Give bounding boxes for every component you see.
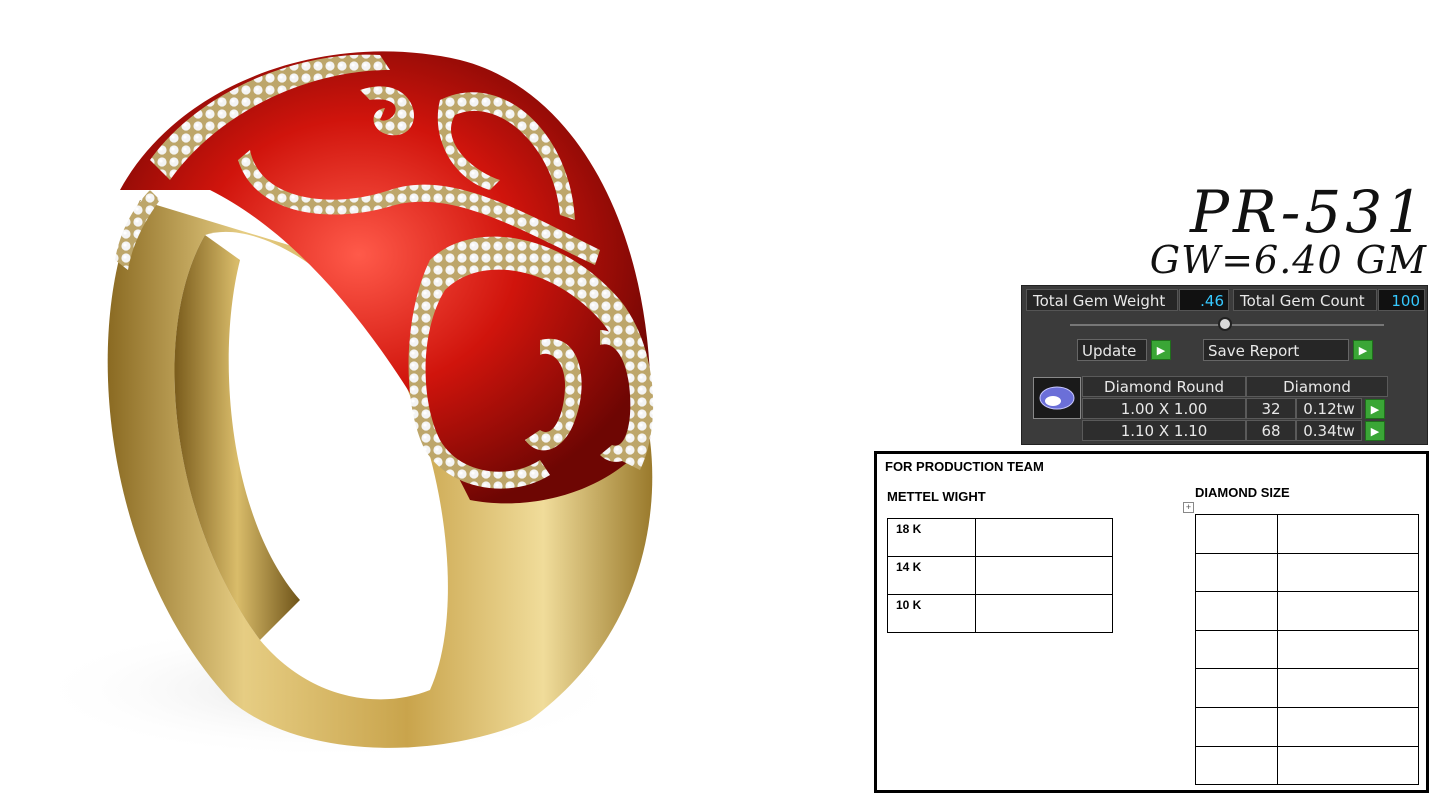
row-2-go-button[interactable]: ▶ [1365,421,1385,441]
row-1-count: 32 [1246,398,1296,419]
table-cell[interactable] [1195,668,1278,708]
karat-cell: 14 K [887,556,976,595]
weight-cell[interactable] [975,518,1113,557]
total-gem-count-label: Total Gem Count [1233,289,1377,311]
table-cell[interactable] [1277,706,1419,747]
table-row [1195,552,1419,593]
table-header-shape: Diamond Round [1082,376,1246,397]
play-icon: ▶ [1358,343,1368,357]
ring-illustration [30,51,654,760]
total-gem-weight-value: .46 [1179,289,1229,311]
row-2-size: 1.10 X 1.10 [1082,420,1246,441]
production-form: FOR PRODUCTION TEAM METTEL WIGHT DIAMOND… [874,451,1429,793]
table-cell[interactable] [1195,514,1278,554]
save-report-label: Save Report [1203,339,1349,361]
table-header-type: Diamond [1246,376,1388,397]
table-cell[interactable] [1195,745,1278,786]
karat-cell: 18 K [887,518,976,557]
row-1-go-button[interactable]: ▶ [1365,399,1385,419]
row-2-count: 68 [1246,420,1296,441]
table-cell[interactable] [1195,629,1278,670]
play-icon: ▶ [1370,402,1380,416]
form-heading: FOR PRODUCTION TEAM [885,459,1044,474]
table-row: 10 K [887,594,1113,633]
diamond-size-heading: DIAMOND SIZE [1195,485,1290,500]
row-1-size: 1.00 X 1.00 [1082,398,1246,419]
table-row [1195,745,1419,786]
metal-weight-heading: METTEL WIGHT [887,489,986,504]
update-button[interactable]: ▶ [1151,340,1171,360]
table-row: 18 K [887,518,1113,557]
ring-render-image [0,0,860,794]
product-model-number: PR-531 [1190,178,1427,246]
gross-weight-label: GW=6.40 GM [1149,238,1427,282]
table-row [1195,706,1419,747]
table-cell[interactable] [1195,552,1278,593]
weight-cell[interactable] [975,556,1113,595]
update-label: Update [1077,339,1147,361]
diamond-round-icon [1039,386,1075,410]
row-2-weight: 0.34tw [1296,420,1362,441]
table-row [1195,629,1419,670]
table-cell[interactable] [1195,591,1278,631]
table-cell[interactable] [1277,668,1419,708]
row-1-weight: 0.12tw [1296,398,1362,419]
table-move-handle-icon[interactable]: + [1183,502,1194,513]
slider-handle[interactable] [1218,317,1232,331]
table-cell[interactable] [1277,745,1419,786]
table-row [1195,668,1419,708]
karat-cell: 10 K [887,594,976,633]
play-icon: ▶ [1156,343,1166,357]
gem-thumbnail[interactable] [1033,377,1081,419]
table-cell[interactable] [1277,552,1419,593]
total-gem-count-value: 100 [1378,289,1425,311]
table-cell[interactable] [1277,514,1419,554]
table-row: 14 K [887,556,1113,595]
table-row [1195,591,1419,631]
play-icon: ▶ [1370,424,1380,438]
table-cell[interactable] [1277,629,1419,670]
metal-weight-table: 18 K 14 K 10 K [887,518,1113,633]
table-cell[interactable] [1195,706,1278,747]
diamond-size-table [1195,514,1419,786]
total-gem-weight-label: Total Gem Weight [1026,289,1178,311]
weight-cell[interactable] [975,594,1113,633]
gem-report-panel: Total Gem Weight .46 Total Gem Count 100… [1021,285,1428,445]
table-row [1195,514,1419,554]
table-cell[interactable] [1277,591,1419,631]
save-report-button[interactable]: ▶ [1353,340,1373,360]
